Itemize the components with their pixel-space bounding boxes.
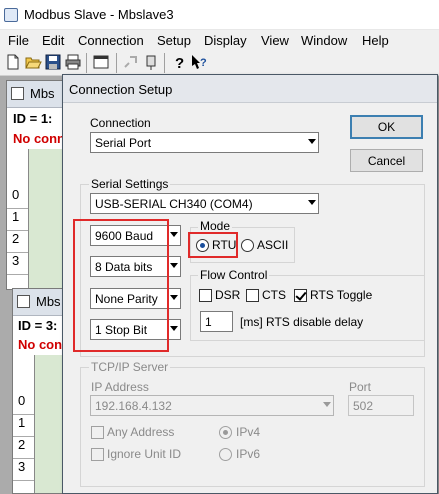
serial-settings-label: Serial Settings	[89, 177, 171, 191]
connection-select[interactable]: Serial Port	[90, 132, 319, 153]
open-icon[interactable]	[24, 53, 42, 71]
row-number: 1	[7, 209, 28, 231]
window-icon[interactable]	[92, 53, 110, 71]
chevron-down-icon	[170, 263, 178, 268]
connect-icon[interactable]	[122, 53, 140, 71]
chevron-down-icon	[170, 295, 178, 300]
mode-label: Mode	[198, 219, 233, 233]
print-icon[interactable]	[64, 53, 82, 71]
slave-id-label: ID = 1:	[13, 111, 53, 126]
help-icon[interactable]: ?	[170, 53, 188, 71]
ipv4-radio[interactable]	[219, 426, 232, 439]
port-input[interactable]: 502	[348, 395, 414, 416]
ipv4-label: IPv4	[236, 425, 261, 439]
rts-delay-input[interactable]: 1	[200, 311, 233, 332]
dsr-label: DSR	[215, 288, 241, 302]
toolbar-separator	[86, 53, 87, 73]
rts-delay-label: [ms] RTS disable delay	[240, 315, 364, 329]
row-number: 0	[13, 393, 34, 415]
ignore-unit-id-label: Ignore Unit ID	[107, 447, 182, 461]
row-number: 2	[13, 437, 34, 459]
ip-address-label: IP Address	[91, 380, 149, 394]
svg-text:?: ?	[200, 57, 207, 69]
disconnect-icon[interactable]	[142, 53, 160, 71]
rtu-highlight	[188, 232, 238, 258]
menu-display[interactable]: Display	[204, 33, 247, 48]
ascii-label: ASCII	[257, 238, 289, 252]
cts-label: CTS	[262, 288, 286, 302]
row-number: 2	[7, 231, 28, 253]
row-number: 1	[13, 415, 34, 437]
dialog-title: Connection Setup	[69, 82, 173, 97]
dialog-titlebar[interactable]: Connection Setup	[63, 75, 437, 103]
dsr-checkbox[interactable]	[199, 289, 212, 302]
menu-edit[interactable]: Edit	[42, 33, 64, 48]
toolbar-separator	[164, 53, 165, 73]
child-window-1-title: Mbs	[30, 86, 55, 101]
any-address-label: Any Address	[107, 425, 175, 439]
child-window-2-title: Mbs	[36, 294, 61, 309]
chevron-down-icon	[308, 139, 316, 144]
svg-text:?: ?	[175, 55, 184, 71]
ascii-radio[interactable]	[241, 239, 254, 252]
menu-connection[interactable]: Connection	[78, 33, 144, 48]
menu-help[interactable]: Help	[362, 33, 389, 48]
title-bar: Modbus Slave - Mbslave3	[0, 0, 439, 30]
row-header-column: 0 1 2 3	[7, 149, 29, 289]
context-help-icon[interactable]: ?	[190, 53, 208, 71]
ignore-unit-id-checkbox[interactable]	[91, 448, 104, 461]
tcpip-server-label: TCP/IP Server	[89, 360, 171, 374]
port-label: Port	[349, 380, 372, 394]
ok-button[interactable]: OK	[350, 115, 423, 139]
toolbar-separator	[116, 53, 117, 73]
ip-address-select[interactable]: 192.168.4.132	[90, 395, 334, 416]
menu-setup[interactable]: Setup	[157, 33, 191, 48]
menu-view[interactable]: View	[261, 33, 289, 48]
ip-address-value: 192.168.4.132	[95, 399, 172, 413]
row-number: 3	[7, 253, 28, 275]
menu-bar: File Edit Connection Setup Display View …	[0, 30, 439, 50]
chevron-down-icon	[308, 200, 316, 205]
flow-control-label: Flow Control	[198, 268, 270, 282]
connection-status: No conn	[13, 131, 65, 146]
serial-params-highlight	[73, 219, 169, 352]
save-icon[interactable]	[44, 53, 62, 71]
connection-label: Connection	[90, 116, 151, 130]
chevron-down-icon	[170, 232, 178, 237]
connection-setup-dialog: Connection Setup Connection Serial Port …	[62, 74, 438, 494]
slave-id-label: ID = 3:	[18, 318, 58, 333]
chevron-down-icon	[170, 326, 178, 331]
serial-port-select[interactable]: USB-SERIAL CH340 (COM4)	[90, 193, 319, 214]
ipv6-radio[interactable]	[219, 448, 232, 461]
app-title: Modbus Slave - Mbslave3	[24, 7, 174, 22]
row-header-column: 0 1 2 3	[13, 355, 35, 493]
document-icon	[11, 87, 24, 100]
new-icon[interactable]	[4, 53, 22, 71]
rts-toggle-label: RTS Toggle	[310, 288, 373, 302]
connection-value: Serial Port	[95, 136, 152, 150]
cancel-button[interactable]: Cancel	[350, 149, 423, 172]
any-address-checkbox[interactable]	[91, 426, 104, 439]
menu-file[interactable]: File	[8, 33, 29, 48]
chevron-down-icon	[323, 402, 331, 407]
menu-window[interactable]: Window	[301, 33, 347, 48]
row-number: 0	[7, 187, 28, 209]
toolbar: ? ?	[0, 50, 439, 76]
rts-toggle-checkbox[interactable]	[294, 289, 307, 302]
row-number: 3	[13, 459, 34, 481]
ipv6-label: IPv6	[236, 447, 261, 461]
cts-checkbox[interactable]	[246, 289, 259, 302]
serial-port-value: USB-SERIAL CH340 (COM4)	[95, 197, 253, 211]
document-icon	[17, 295, 30, 308]
app-icon	[4, 8, 18, 22]
